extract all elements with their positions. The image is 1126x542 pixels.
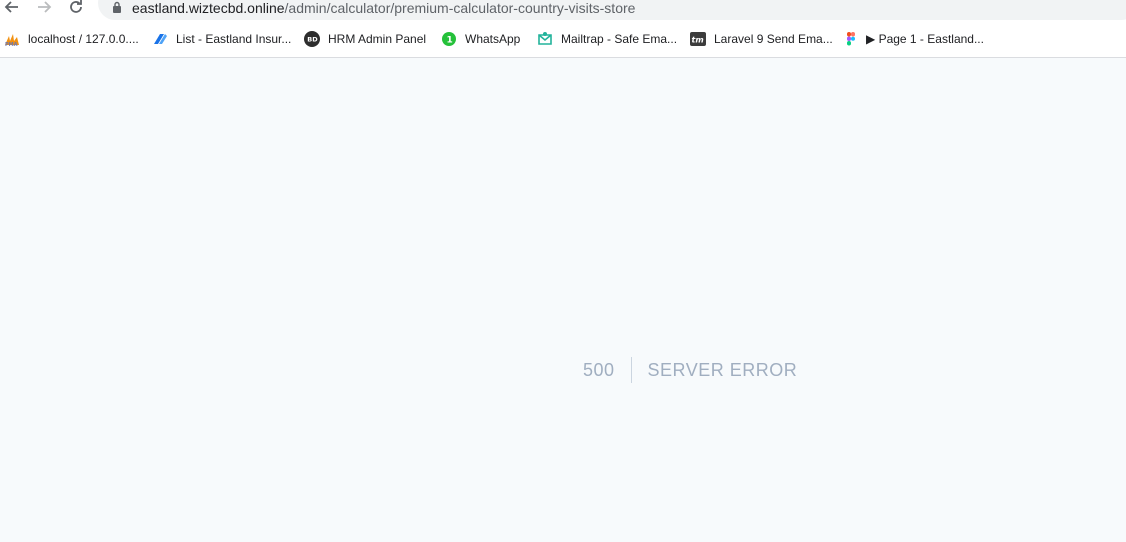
bookmark-label: localhost / 127.0.0.... — [28, 32, 139, 46]
bd-logo-icon: BD — [304, 31, 320, 47]
svg-text:PMA: PMA — [5, 42, 18, 47]
whatsapp-icon: 1 — [441, 31, 457, 47]
forward-icon[interactable] — [34, 0, 54, 17]
svg-text:tm: tm — [692, 36, 704, 45]
bookmark-label: Laravel 9 Send Ema... — [714, 32, 833, 46]
bookmark-label: List - Eastland Insur... — [176, 32, 292, 46]
browser-chrome: eastland.wiztecbd.online/admin/calculato… — [0, 0, 1126, 58]
svg-text:BD: BD — [307, 36, 318, 44]
bookmarks-bar: PMA localhost / 127.0.0.... List - Eastl… — [0, 28, 1126, 50]
mailtrap-icon — [537, 31, 553, 47]
error-code: 500 — [583, 357, 632, 383]
bookmark-whatsapp[interactable]: 1 WhatsApp — [441, 28, 520, 50]
bookmark-label: ▶ Page 1 - Eastland... — [866, 32, 984, 46]
tm-logo-icon: tm — [690, 31, 706, 47]
bookmark-label: Mailtrap - Safe Ema... — [561, 32, 678, 46]
error-message: 500 Server Error — [583, 356, 797, 384]
bookmark-laravel[interactable]: tm Laravel 9 Send Ema... — [690, 28, 833, 50]
phpmyadmin-icon: PMA — [4, 31, 20, 47]
figma-icon — [843, 31, 859, 47]
url-path: /admin/calculator/premium-calculator-cou… — [284, 0, 636, 16]
lock-icon[interactable] — [112, 0, 122, 13]
svg-text:1: 1 — [447, 36, 453, 46]
navigation-bar: eastland.wiztecbd.online/admin/calculato… — [0, 0, 1126, 20]
url-text[interactable]: eastland.wiztecbd.online/admin/calculato… — [132, 0, 635, 16]
bookmark-list-eastland[interactable]: List - Eastland Insur... — [152, 28, 291, 50]
bookmark-label: HRM Admin Panel — [328, 32, 427, 46]
bookmark-label: WhatsApp — [465, 32, 521, 46]
page-content: 500 Server Error — [0, 58, 1126, 542]
error-text: Server Error — [647, 359, 798, 380]
bookmark-localhost[interactable]: PMA localhost / 127.0.0.... — [4, 28, 139, 50]
reload-icon[interactable] — [66, 0, 86, 17]
bookmark-page-1-eastland[interactable]: ▶ Page 1 - Eastland... — [866, 28, 984, 50]
url-host: eastland.wiztecbd.online — [132, 0, 285, 16]
bookmark-figma[interactable] — [843, 28, 867, 50]
bookmark-hrm-admin[interactable]: BD HRM Admin Panel — [304, 28, 426, 50]
bookmark-icon — [152, 31, 168, 47]
bookmark-mailtrap[interactable]: Mailtrap - Safe Ema... — [537, 28, 677, 50]
back-icon[interactable] — [2, 0, 22, 17]
